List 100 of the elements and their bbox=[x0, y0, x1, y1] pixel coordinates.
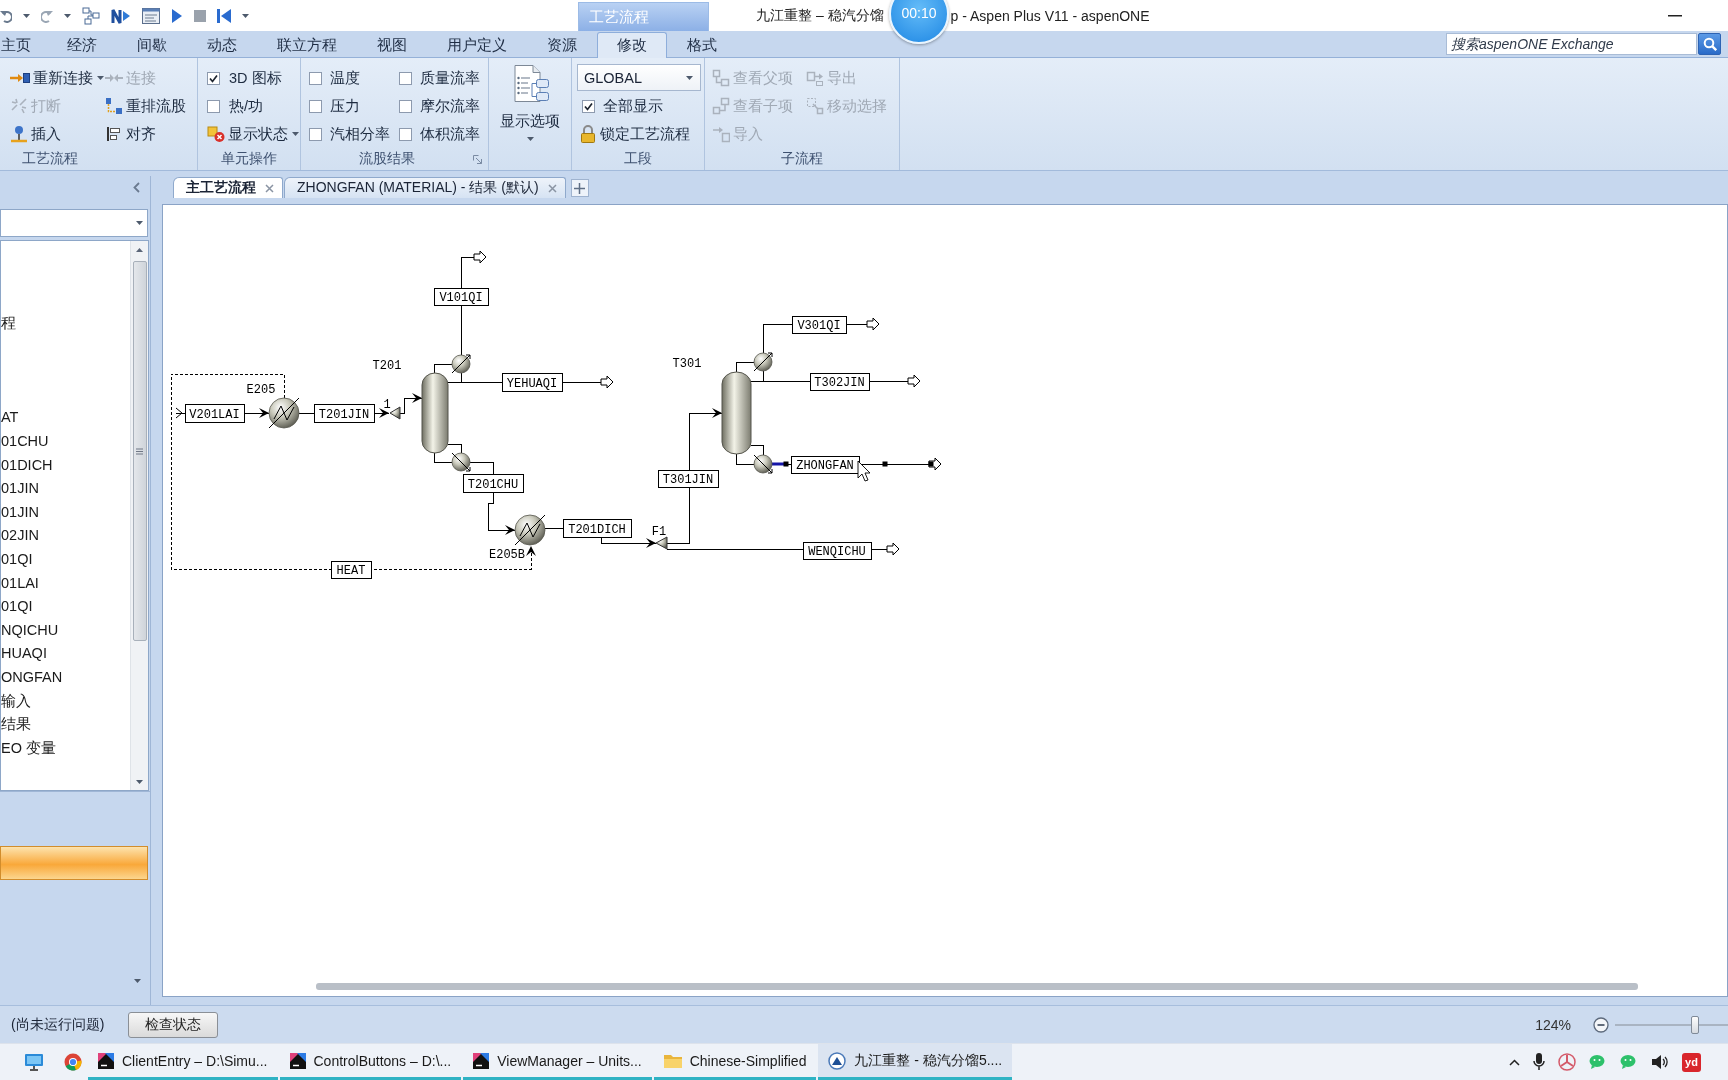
tree-item[interactable]: 01JIN bbox=[1, 477, 130, 501]
taskbar-button[interactable]: ViewManager – Units... bbox=[463, 1044, 652, 1080]
dropdown-field[interactable]: GLOBAL bbox=[577, 64, 701, 91]
tree-item[interactable]: ONGFAN bbox=[1, 665, 130, 690]
ribbon-button[interactable]: 锁定工艺流程 bbox=[577, 121, 692, 147]
checkbox[interactable] bbox=[399, 71, 412, 85]
checkbox-label[interactable]: 体积流率 bbox=[420, 124, 480, 144]
tree-item[interactable]: 01JIN bbox=[1, 500, 130, 525]
checkbox-label[interactable]: 压力 bbox=[330, 96, 360, 116]
panel-icon[interactable] bbox=[142, 7, 160, 24]
ribbon-tab[interactable]: 经济 bbox=[47, 32, 117, 57]
scrollbar-thumb[interactable] bbox=[132, 261, 147, 641]
tree-item[interactable]: HUAQI bbox=[1, 642, 130, 666]
chat-icon[interactable] bbox=[1620, 1054, 1638, 1070]
checkbox[interactable] bbox=[399, 99, 412, 113]
chevron-up-icon[interactable] bbox=[1509, 1058, 1520, 1066]
tree-item[interactable]: 程 bbox=[1, 312, 130, 336]
launcher-icon[interactable] bbox=[473, 154, 482, 164]
ribbon-tab[interactable]: 修改 bbox=[597, 32, 667, 58]
ribbon-button[interactable]: 对齐 bbox=[103, 121, 158, 147]
chevron-left-icon[interactable] bbox=[133, 181, 140, 193]
checkbox-label[interactable]: 摩尔流率 bbox=[420, 96, 480, 116]
tree-item[interactable]: AT bbox=[1, 406, 130, 430]
close-icon[interactable] bbox=[265, 183, 274, 193]
tray-app-badge[interactable]: yd bbox=[1682, 1052, 1701, 1072]
vertical-scrollbar[interactable] bbox=[130, 241, 148, 790]
slider-thumb[interactable] bbox=[1691, 1015, 1699, 1034]
stop-icon[interactable] bbox=[194, 9, 206, 22]
ribbon-tab[interactable]: 主页 bbox=[0, 32, 47, 57]
checkbox-label[interactable]: 温度 bbox=[330, 68, 360, 88]
network-icon[interactable] bbox=[82, 6, 100, 25]
checkbox[interactable] bbox=[582, 99, 595, 113]
ribbon-tab[interactable]: 动态 bbox=[187, 32, 257, 57]
ribbon-tab[interactable]: 间歇 bbox=[117, 32, 187, 57]
ribbon-button[interactable]: 重新连接 bbox=[8, 65, 106, 91]
caret-up-icon[interactable] bbox=[136, 248, 143, 252]
step-forward-icon[interactable] bbox=[111, 6, 131, 25]
caret-down-icon[interactable] bbox=[134, 979, 141, 983]
tree-item[interactable]: 结果 bbox=[1, 713, 130, 737]
tree-item[interactable]: 01CHU bbox=[1, 430, 130, 454]
redo-icon[interactable] bbox=[41, 8, 53, 23]
checkbox[interactable] bbox=[309, 99, 322, 113]
caret-icon[interactable] bbox=[23, 13, 30, 18]
tree-item[interactable]: 02JIN bbox=[1, 524, 130, 548]
document-tab[interactable]: 主工艺流程 bbox=[173, 177, 283, 198]
tree-item[interactable]: 01LAI bbox=[1, 571, 130, 596]
ribbon-tab[interactable]: 联立方程 bbox=[257, 32, 357, 57]
microphone-icon[interactable] bbox=[1533, 1053, 1545, 1071]
ribbon-button[interactable]: 重排流股 bbox=[103, 93, 188, 119]
import-icon bbox=[712, 125, 730, 143]
ribbon-button[interactable]: 显示状态 bbox=[205, 121, 301, 147]
checkbox[interactable] bbox=[207, 99, 220, 113]
dropdown-field[interactable] bbox=[0, 209, 148, 237]
checkbox-label[interactable]: 3D 图标 bbox=[229, 68, 282, 88]
new-tab-button[interactable] bbox=[570, 179, 589, 197]
ribbon-tab[interactable]: 视图 bbox=[357, 32, 427, 57]
speaker-icon[interactable] bbox=[1651, 1054, 1669, 1070]
check-status-button[interactable]: 检查状态 bbox=[128, 1011, 219, 1038]
search-button[interactable] bbox=[1698, 33, 1721, 55]
tree-item[interactable]: 01DICH bbox=[1, 453, 130, 478]
checkbox-label[interactable]: 汽相分率 bbox=[330, 124, 390, 144]
monitor-icon[interactable] bbox=[24, 1053, 44, 1071]
checkbox[interactable] bbox=[309, 71, 322, 85]
nav-pane-button[interactable] bbox=[0, 846, 148, 880]
ribbon-tab[interactable]: 格式 bbox=[667, 32, 737, 57]
ribbon-tab[interactable]: 用户定义 bbox=[427, 32, 527, 57]
checkbox[interactable] bbox=[399, 127, 412, 141]
caret-down-icon[interactable] bbox=[136, 780, 143, 784]
taskbar-button[interactable]: 九江重整 - 稳汽分馏5.... bbox=[818, 1044, 1013, 1080]
block-label: T301 bbox=[672, 356, 702, 371]
scrollbar-thumb[interactable] bbox=[316, 983, 1638, 990]
chat-icon[interactable] bbox=[1589, 1054, 1607, 1070]
ribbon-tab[interactable]: 资源 bbox=[527, 32, 597, 57]
checkbox-label[interactable]: 热/功 bbox=[229, 96, 264, 116]
undo-icon[interactable] bbox=[0, 8, 12, 23]
tree-item[interactable]: NQICHU bbox=[1, 618, 130, 643]
zoom-out-icon[interactable] bbox=[1593, 1016, 1609, 1033]
ribbon-button[interactable]: 插入 bbox=[8, 121, 63, 147]
browser-icon[interactable] bbox=[64, 1053, 82, 1071]
tree-item[interactable]: 01QI bbox=[1, 547, 130, 572]
caret-icon[interactable] bbox=[64, 13, 71, 18]
search-field[interactable]: 搜索aspenONE Exchange bbox=[1446, 33, 1697, 55]
caret-icon[interactable] bbox=[242, 13, 249, 18]
tree-item[interactable]: 01QI bbox=[1, 595, 130, 619]
close-icon[interactable] bbox=[547, 183, 557, 193]
taskbar-button[interactable]: ControlButtons – D:\... bbox=[279, 1044, 462, 1080]
taskbar-button[interactable]: Chinese-Simplified bbox=[653, 1044, 817, 1080]
checkbox[interactable] bbox=[207, 71, 220, 85]
checkbox-label[interactable]: 质量流率 bbox=[420, 68, 480, 88]
checkbox[interactable] bbox=[309, 127, 322, 141]
pinwheel-icon[interactable] bbox=[1558, 1053, 1576, 1071]
reset-icon[interactable] bbox=[217, 7, 231, 24]
tree-item[interactable]: 输入 bbox=[1, 689, 130, 714]
document-tab[interactable]: ZHONGFAN (MATERIAL) - 结果 (默认) bbox=[284, 177, 566, 198]
tree-item[interactable]: EO 变量 bbox=[1, 736, 130, 761]
run-icon[interactable] bbox=[171, 7, 183, 24]
taskbar-button[interactable]: ClientEntry – D:\Simu... bbox=[88, 1044, 278, 1080]
options-button[interactable]: 显示选项 bbox=[489, 58, 571, 170]
minimize-icon[interactable] bbox=[1668, 14, 1682, 17]
checkbox-label[interactable]: 全部显示 bbox=[603, 96, 663, 116]
